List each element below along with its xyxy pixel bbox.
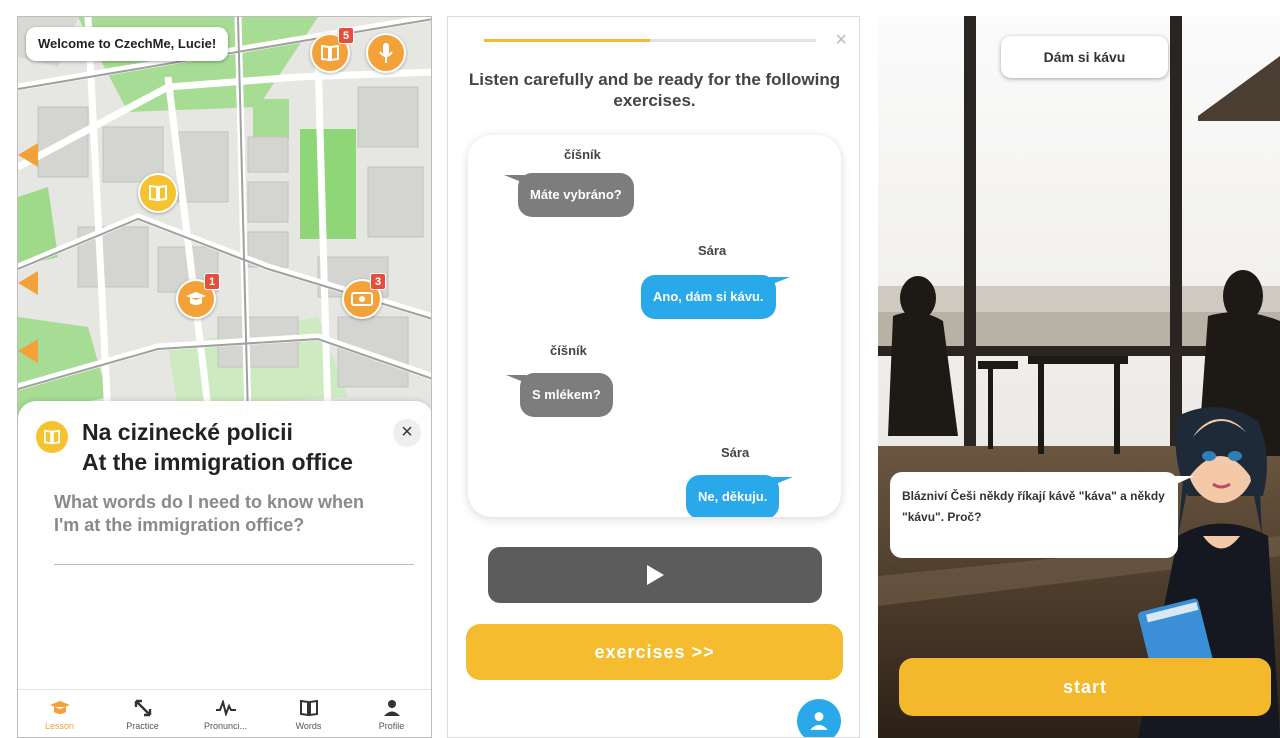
money-icon (351, 292, 373, 306)
start-button[interactable]: start (899, 658, 1271, 716)
lesson-description: What words do I need to know when I'm at… (54, 492, 364, 535)
lesson-card[interactable]: Na cizinecké policii At the immigration … (18, 401, 431, 691)
lesson-title-czech: Na cizinecké policii (82, 419, 293, 445)
phrase-label: Dám si kávu (1001, 36, 1168, 78)
dialog-screen: × Listen carefully and be ready for the … (447, 16, 860, 738)
cafe-scene-illustration (878, 16, 1280, 738)
message-bubble[interactable]: Máte vybráno? (504, 173, 634, 217)
pin-badge: 3 (370, 273, 386, 290)
close-button[interactable]: × (393, 419, 421, 447)
message-bubble[interactable]: Ano, dám si kávu. (641, 275, 790, 319)
close-button[interactable]: × (835, 29, 847, 52)
book-icon (321, 44, 339, 62)
book-icon (299, 697, 319, 719)
nav-item-words[interactable]: Words (267, 690, 350, 737)
speech-bubble: Blázniví Češi někdy říkají kávě "káva" a… (890, 472, 1194, 558)
offscreen-pin-arrow[interactable] (18, 271, 38, 295)
progress-fill (484, 39, 650, 42)
pin-badge: 1 (204, 273, 220, 290)
progress-bar (484, 39, 816, 42)
nav-item-pronunciation[interactable]: Pronunci... (184, 690, 267, 737)
book-icon (36, 421, 68, 453)
nav-item-lesson[interactable]: Lesson (18, 690, 101, 737)
welcome-banner: Welcome to CzechMe, Lucie! (26, 27, 229, 61)
book-icon (149, 184, 167, 202)
speaker-name: Sára (721, 445, 750, 460)
play-button[interactable] (488, 547, 822, 603)
nav-label: Lesson (44, 720, 75, 731)
waveform-icon (215, 697, 237, 719)
offscreen-pin-arrow[interactable] (18, 143, 38, 167)
person-icon (810, 712, 828, 730)
scene-screen: Dám si kávu Blázniví Češi někdy říkají k… (878, 16, 1280, 738)
speaker-name: číšník (550, 343, 587, 358)
message-bubble[interactable]: S mlékem? (506, 373, 613, 417)
nav-label: Words (295, 720, 322, 731)
graduation-cap-icon (49, 697, 71, 719)
speaker-name: číšník (564, 147, 601, 162)
nav-item-profile[interactable]: Profile (350, 690, 431, 737)
exercises-button[interactable]: exercises >> (466, 624, 843, 680)
offscreen-pin-arrow[interactable] (18, 339, 38, 363)
map-pin-words[interactable]: 5 (310, 27, 354, 73)
map-pin-pronunciation[interactable] (366, 33, 406, 73)
nav-label: Practice (126, 720, 159, 731)
dialog-card[interactable]: číšník Máte vybráno? Sára Ano, dám si ká… (468, 135, 841, 517)
instruction-text: Listen carefully and be ready for the fo… (468, 70, 841, 110)
bottom-navigation: Lesson Practice Pronunci... Words Profil… (18, 689, 431, 737)
nav-label: Pronunci... (203, 720, 248, 731)
message-bubble[interactable]: Ne, děkuju. (686, 475, 794, 517)
play-icon (647, 565, 664, 585)
person-icon (383, 697, 401, 719)
graduation-cap-icon (186, 292, 206, 305)
map-pin-lesson[interactable]: 1 (176, 273, 220, 319)
microphone-icon (379, 43, 393, 63)
arrows-icon (133, 697, 153, 719)
nav-item-practice[interactable]: Practice (101, 690, 184, 737)
map-pin-money[interactable]: 3 (342, 273, 386, 319)
profile-button[interactable] (797, 699, 841, 737)
nav-label: Profile (378, 720, 405, 731)
speaker-name: Sára (698, 243, 727, 258)
pin-badge: 5 (338, 27, 354, 44)
map-screen: Welcome to CzechMe, Lucie! 5 1 3 Na cizi… (17, 16, 432, 738)
map-pin-lesson-book[interactable] (138, 173, 178, 213)
divider (54, 564, 414, 565)
lesson-title-english: At the immigration office (82, 449, 353, 475)
